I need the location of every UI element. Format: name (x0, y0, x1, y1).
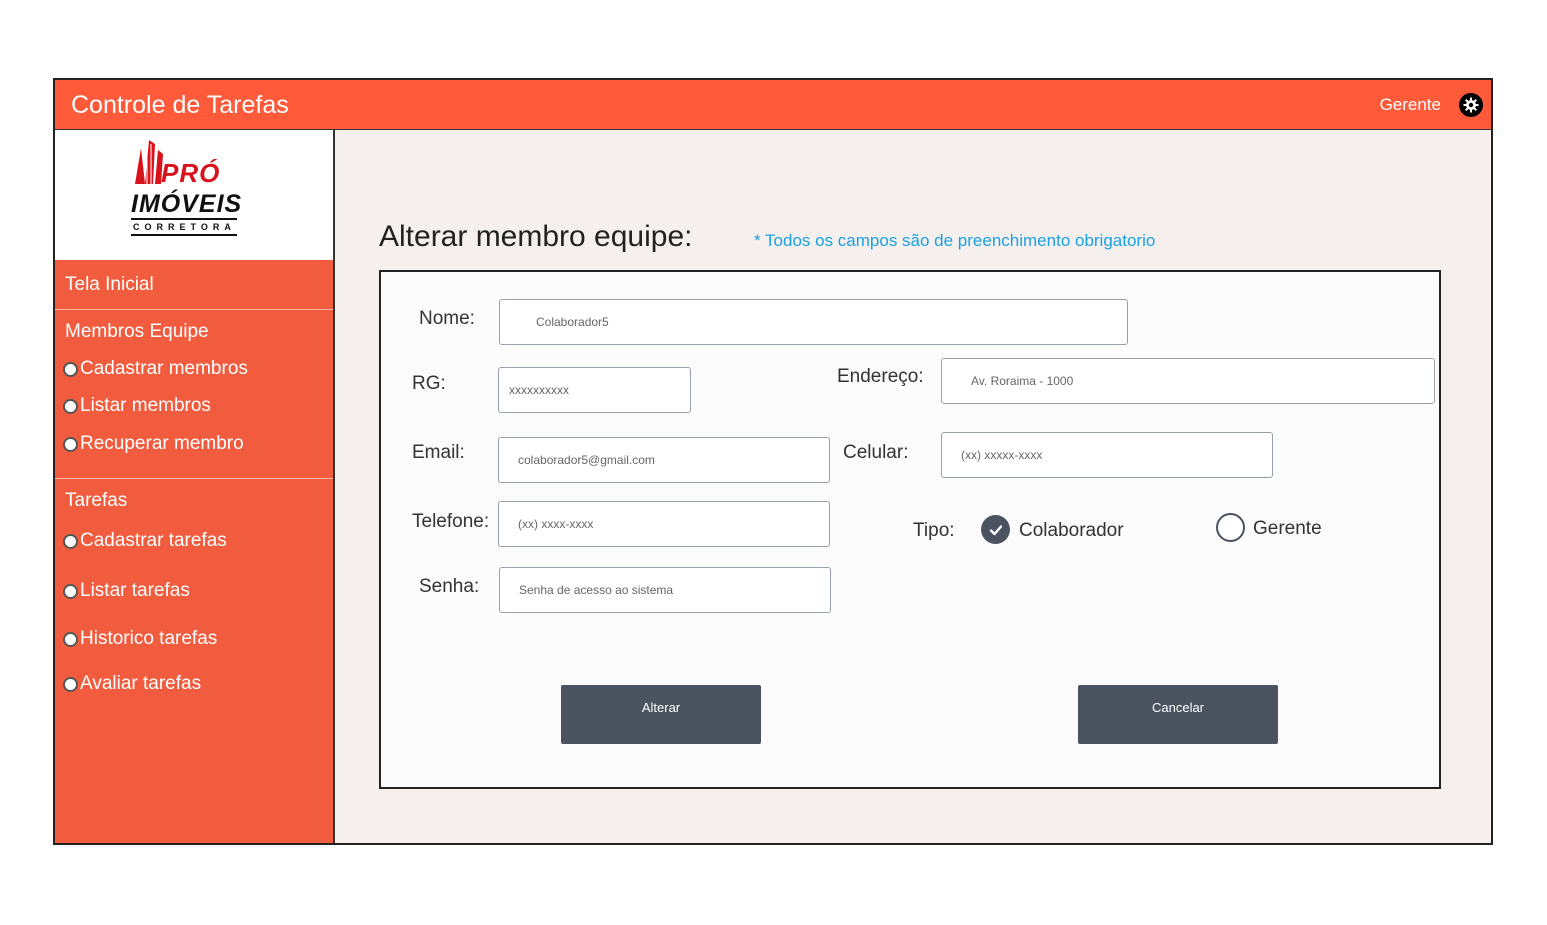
tipo-gerente-label[interactable]: Gerente (1253, 518, 1322, 540)
sidebar-item-recuperar-membro[interactable]: Recuperar membro (63, 433, 244, 455)
logo-text-imoveis: IMÓVEIS (131, 190, 243, 218)
sidebar-item-cadastrar-membros[interactable]: Cadastrar membros (63, 358, 248, 380)
sidebar-item-avaliar-tarefas[interactable]: Avaliar tarefas (63, 673, 201, 695)
telefone-field[interactable]: (xx) xxxx-xxxx (498, 501, 830, 547)
sidebar-item-listar-tarefas[interactable]: Listar tarefas (63, 580, 190, 602)
email-field[interactable]: colaborador5@gmail.com (498, 437, 830, 483)
bullet-icon (63, 436, 78, 452)
endereco-value: Av. Roraima - 1000 (971, 374, 1074, 388)
cancelar-button[interactable]: Cancelar (1078, 685, 1278, 744)
gear-icon[interactable] (1459, 93, 1483, 117)
sidebar-divider (55, 478, 333, 479)
sidebar-item-label: Cadastrar tarefas (80, 530, 227, 551)
page-title: Alterar membro equipe: (379, 220, 693, 253)
tipo-gerente-radio[interactable] (1216, 513, 1245, 542)
rg-label: RG: (412, 373, 446, 394)
nome-field[interactable]: Colaborador5 (499, 299, 1128, 345)
logo-divider (131, 234, 237, 236)
senha-placeholder: Senha de acesso ao sistema (519, 583, 674, 597)
logo-text-corretora: CORRETORA (133, 222, 236, 232)
sidebar-item-label: Historico tarefas (80, 628, 218, 649)
sidebar-item-label: Listar membros (80, 395, 211, 416)
sidebar-item-cadastrar-tarefas[interactable]: Cadastrar tarefas (63, 530, 227, 552)
bullet-icon (63, 631, 78, 647)
rg-field[interactable]: xxxxxxxxxx (498, 367, 691, 413)
telefone-value: (xx) xxxx-xxxx (518, 517, 594, 531)
sidebar-item-label: Listar tarefas (80, 580, 190, 601)
app-title: Controle de Tarefas (71, 91, 289, 119)
member-edit-form: Nome: Colaborador5 RG: xxxxxxxxxx Endere… (379, 270, 1441, 789)
email-value: colaborador5@gmail.com (518, 453, 655, 467)
rg-value: xxxxxxxxxx (509, 383, 569, 397)
senha-field[interactable]: Senha de acesso ao sistema (499, 567, 831, 613)
sidebar-item-listar-membros[interactable]: Listar membros (63, 395, 211, 417)
sidebar: PRÓ IMÓVEIS CORRETORA Tela Inicial Membr… (55, 130, 335, 843)
app-window: Controle de Tarefas Gerente PRÓ IMÓVEIS … (53, 78, 1493, 845)
celular-label: Celular: (843, 442, 909, 463)
check-icon (989, 524, 1002, 535)
logo-text-pro: PRÓ (161, 158, 221, 188)
telefone-label: Telefone: (412, 511, 490, 532)
bullet-icon (63, 533, 78, 549)
bullet-icon (63, 398, 78, 414)
bullet-icon (63, 361, 78, 377)
celular-field[interactable]: (xx) xxxxx-xxxx (941, 432, 1273, 478)
endereco-field[interactable]: Av. Roraima - 1000 (941, 358, 1435, 404)
endereco-label: Endereço: (837, 366, 924, 387)
bullet-icon (63, 583, 78, 599)
user-role-label[interactable]: Gerente (1380, 95, 1441, 115)
nome-value: Colaborador5 (536, 315, 609, 329)
tipo-colaborador-radio[interactable] (981, 515, 1010, 544)
sidebar-section-members: Membros Equipe (65, 321, 209, 342)
top-bar: Controle de Tarefas Gerente (55, 80, 1491, 130)
alterar-button[interactable]: Alterar (561, 685, 761, 744)
email-label: Email: (412, 442, 465, 463)
tipo-label: Tipo: (913, 520, 955, 541)
sidebar-item-label: Avaliar tarefas (80, 673, 202, 694)
celular-value: (xx) xxxxx-xxxx (961, 448, 1043, 462)
company-logo: PRÓ IMÓVEIS CORRETORA (55, 130, 333, 260)
senha-label: Senha: (419, 576, 480, 597)
bullet-icon (63, 676, 78, 692)
nome-label: Nome: (419, 308, 475, 329)
sidebar-item-historico-tarefas[interactable]: Historico tarefas (63, 628, 217, 650)
sidebar-item-label: Recuperar membro (80, 433, 244, 454)
sidebar-item-home[interactable]: Tela Inicial (65, 274, 154, 296)
sidebar-item-label: Cadastrar membros (80, 358, 248, 379)
sidebar-divider (55, 309, 333, 310)
sidebar-section-tasks: Tarefas (65, 490, 128, 511)
tipo-colaborador-label[interactable]: Colaborador (1019, 520, 1124, 542)
required-fields-note: * Todos os campos são de preenchimento o… (754, 231, 1156, 250)
